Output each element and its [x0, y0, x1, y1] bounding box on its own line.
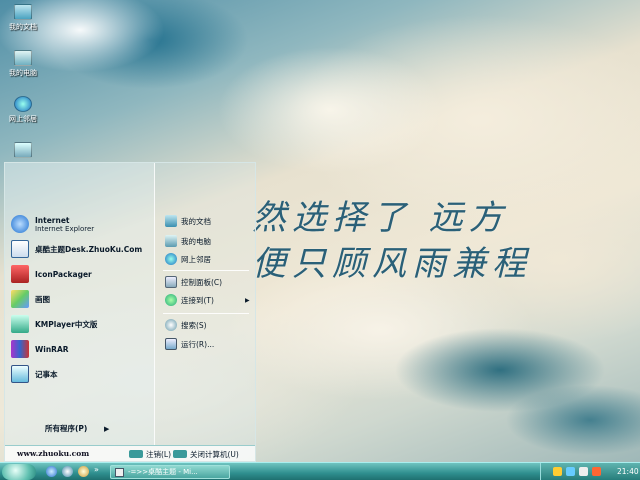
- theme-icon: [11, 240, 29, 258]
- place-label: 我的电脑: [181, 236, 211, 246]
- place-label: 我的文档: [181, 216, 211, 226]
- program-internet-explorer[interactable]: Internet Internet Explorer: [11, 213, 94, 235]
- ie-quicklaunch-icon[interactable]: [46, 466, 57, 477]
- menu-separator: [163, 270, 249, 271]
- place-my-computer[interactable]: 我的电脑: [165, 233, 211, 249]
- tray-icon-1[interactable]: [553, 467, 562, 476]
- program-notepad[interactable]: 记事本: [11, 363, 58, 385]
- explorer-quicklaunch-icon[interactable]: [62, 466, 73, 477]
- network-icon: [165, 253, 177, 265]
- program-subtitle: Internet Explorer: [35, 224, 95, 233]
- clock[interactable]: 21:40: [617, 467, 639, 476]
- shutdown-label: 关闭计算机(U): [190, 449, 239, 459]
- place-connect-to[interactable]: 连接到(T) ▶: [165, 292, 250, 308]
- program-kmplayer[interactable]: KMPlayer中文版: [11, 313, 97, 335]
- logoff-button[interactable]: 注销(L): [129, 448, 171, 460]
- place-search[interactable]: 搜索(S): [165, 317, 207, 333]
- computer-icon: [14, 50, 32, 66]
- program-name: 桌酷主题Desk.ZhuoKu.Com: [35, 244, 143, 254]
- place-label: 搜索(S): [181, 320, 207, 330]
- run-icon: [165, 338, 177, 350]
- recycle-bin-icon: [14, 142, 32, 158]
- network-icon: [14, 96, 32, 112]
- menu-separator: [163, 313, 249, 314]
- media-quicklaunch-icon[interactable]: [78, 466, 89, 477]
- desktop-icon-label: 网上邻居: [9, 115, 37, 123]
- program-name: Internet: [35, 215, 70, 225]
- kmplayer-icon: [11, 315, 29, 333]
- iconpackager-icon: [11, 265, 29, 283]
- tray-icon-2[interactable]: [566, 467, 575, 476]
- logoff-label: 注销(L): [146, 449, 172, 459]
- desktop-icon-my-documents[interactable]: 我的文档: [4, 4, 42, 32]
- computer-icon: [165, 235, 177, 247]
- program-name: WinRAR: [35, 344, 69, 354]
- program-name: IconPackager: [35, 269, 92, 279]
- place-run[interactable]: 运行(R)...: [165, 336, 214, 352]
- arrow-right-icon: ▶: [103, 425, 110, 433]
- shutdown-button[interactable]: 关闭计算机(U): [173, 448, 239, 460]
- start-menu: Internet Internet Explorer 桌酷主题Desk.Zhuo…: [4, 162, 256, 462]
- folder-icon: [165, 215, 177, 227]
- place-label: 连接到(T): [181, 295, 214, 305]
- program-name: KMPlayer中文版: [35, 319, 98, 329]
- paint-icon: [11, 290, 29, 308]
- chevron-right-icon[interactable]: »: [94, 465, 100, 476]
- place-my-documents[interactable]: 我的文档: [165, 213, 211, 229]
- taskbar: » -=>>桌酷主题 - Mi... 21:40: [0, 462, 640, 480]
- wallpaper-calligraphy-line-2: 便只顾风雨兼程: [252, 244, 532, 284]
- program-name: 记事本: [35, 369, 58, 379]
- control-panel-icon: [165, 276, 177, 288]
- program-iconpackager[interactable]: IconPackager: [11, 263, 92, 285]
- place-label: 运行(R)...: [181, 339, 215, 349]
- all-programs-label: 所有程序(P): [45, 424, 88, 433]
- program-winrar[interactable]: WinRAR: [11, 338, 69, 360]
- desktop-icon-recycle-bin[interactable]: [4, 142, 42, 160]
- power-icon: [173, 450, 187, 458]
- notepad-icon: [11, 365, 29, 383]
- connect-icon: [165, 294, 177, 306]
- logoff-icon: [129, 450, 143, 458]
- place-control-panel[interactable]: 控制面板(C): [165, 274, 222, 290]
- desktop-icon-my-computer[interactable]: 我的电脑: [4, 50, 42, 78]
- start-menu-programs-pane: Internet Internet Explorer 桌酷主题Desk.Zhuo…: [5, 163, 155, 445]
- program-zhuoku-theme[interactable]: 桌酷主题Desk.ZhuoKu.Com: [11, 238, 142, 260]
- program-name: 画图: [35, 294, 50, 304]
- place-label: 网上邻居: [181, 254, 211, 264]
- site-url: www.zhuoku.com: [17, 449, 90, 458]
- search-icon: [165, 319, 177, 331]
- wallpaper-calligraphy-line-1: 然选择了 远方: [252, 198, 509, 238]
- desktop-icon-label: 我的文档: [9, 23, 37, 31]
- start-button[interactable]: [2, 464, 36, 480]
- folder-icon: [14, 4, 32, 20]
- winrar-icon: [11, 340, 29, 358]
- tray-icon-3[interactable]: [579, 467, 588, 476]
- all-programs-button[interactable]: 所有程序(P) ▶: [45, 423, 109, 434]
- program-paint[interactable]: 画图: [11, 288, 50, 310]
- window-icon: [115, 467, 124, 477]
- taskbar-button-window[interactable]: -=>>桌酷主题 - Mi...: [110, 465, 230, 479]
- arrow-right-icon: ▶: [245, 296, 250, 304]
- desktop: 我的文档 我的电脑 网上邻居 然选择了 远方 便只顾风雨兼程 Internet …: [0, 0, 640, 462]
- place-label: 控制面板(C): [181, 277, 223, 287]
- place-network[interactable]: 网上邻居: [165, 251, 211, 267]
- tray-icon-4[interactable]: [592, 467, 601, 476]
- ie-icon: [11, 215, 29, 233]
- desktop-icon-label: 我的电脑: [9, 69, 37, 77]
- taskbar-button-label: -=>>桌酷主题 - Mi...: [128, 468, 198, 476]
- start-menu-footer: www.zhuoku.com 注销(L) 关闭计算机(U): [5, 445, 255, 461]
- desktop-icon-network[interactable]: 网上邻居: [4, 96, 42, 124]
- start-menu-places-pane: 我的文档 我的电脑 网上邻居 控制面板(C) 连接到(T) ▶ 搜索(S) 运行…: [157, 163, 255, 445]
- system-tray: 21:40: [540, 463, 640, 480]
